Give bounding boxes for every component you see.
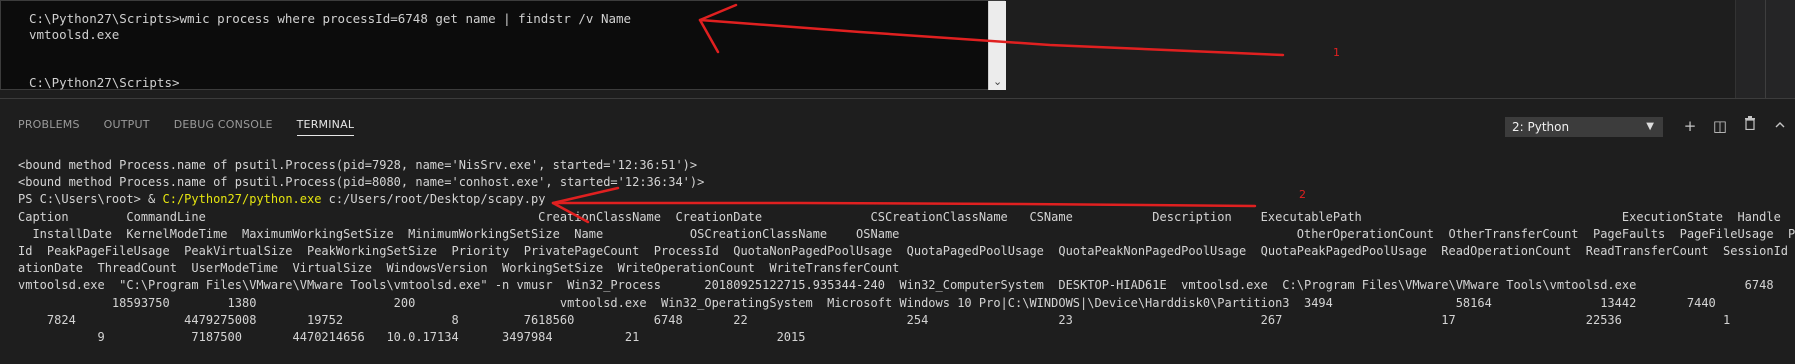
annotation-arrow-2 xyxy=(551,201,1257,208)
annotation-arrow-1 xyxy=(698,18,1285,57)
annotation-arrow-2-head xyxy=(551,186,620,224)
annotation-label-2: 2 xyxy=(1299,188,1306,201)
annotation-arrows xyxy=(551,3,1285,224)
annotation-label-1: 1 xyxy=(1333,46,1340,59)
annotation-arrow-1-head xyxy=(698,3,738,54)
